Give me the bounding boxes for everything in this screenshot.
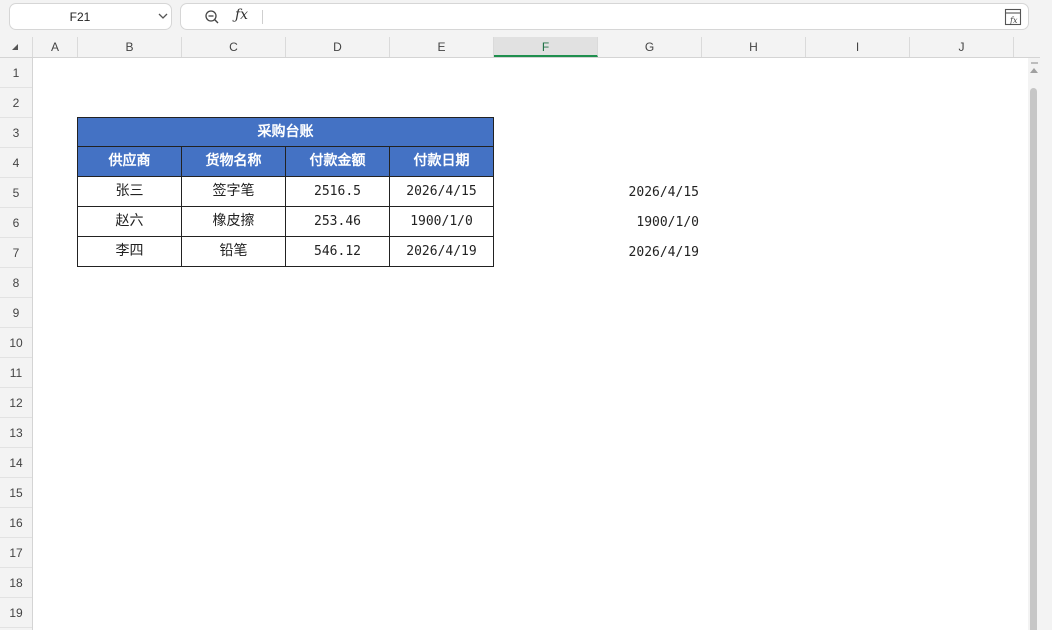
- header-payment-date[interactable]: 付款日期: [390, 147, 494, 177]
- cell-g7[interactable]: 2026/4/19: [598, 238, 702, 268]
- cell-c6[interactable]: 橡皮擦: [182, 207, 286, 237]
- row-header-16[interactable]: 16: [0, 508, 32, 538]
- column-header-c[interactable]: C: [182, 37, 286, 57]
- row-header-1[interactable]: 1: [0, 58, 32, 88]
- fx-icon[interactable]: ƒx: [235, 7, 248, 23]
- row-header-14[interactable]: 14: [0, 448, 32, 478]
- row-header-15[interactable]: 15: [0, 478, 32, 508]
- row-header-6[interactable]: 6: [0, 208, 32, 238]
- column-header-h[interactable]: H: [702, 37, 806, 57]
- row-header-4[interactable]: 4: [0, 148, 32, 178]
- name-box[interactable]: F21: [9, 3, 172, 30]
- cell-c5[interactable]: 签字笔: [182, 177, 286, 207]
- cell-g5[interactable]: 2026/4/15: [598, 178, 702, 208]
- spreadsheet-app: F21 ƒx fx A B C D E F G H I J 1 2 3 4 5 …: [0, 0, 1052, 630]
- row-header-3[interactable]: 3: [0, 118, 32, 148]
- formula-bar: F21 ƒx fx: [0, 0, 1052, 36]
- column-header-a[interactable]: A: [33, 37, 78, 57]
- select-all-triangle-icon[interactable]: [12, 44, 18, 50]
- svg-text:fx: fx: [1009, 16, 1018, 25]
- header-goods-name[interactable]: 货物名称: [182, 147, 286, 177]
- row-header-11[interactable]: 11: [0, 358, 32, 388]
- row-header-10[interactable]: 10: [0, 328, 32, 358]
- cell-b6[interactable]: 赵六: [77, 207, 182, 237]
- formula-box: ƒx fx: [180, 3, 1029, 30]
- row-header-17[interactable]: 17: [0, 538, 32, 568]
- chevron-down-icon[interactable]: [156, 9, 170, 23]
- name-box-value: F21: [69, 10, 91, 24]
- column-header-b[interactable]: B: [78, 37, 182, 57]
- scrollbar-thumb[interactable]: [1030, 88, 1037, 630]
- column-header-i[interactable]: I: [806, 37, 910, 57]
- row-header-12[interactable]: 12: [0, 388, 32, 418]
- column-header-e[interactable]: E: [390, 37, 494, 57]
- cell-e6[interactable]: 1900/1/0: [390, 207, 494, 237]
- cell-e5[interactable]: 2026/4/15: [390, 177, 494, 207]
- zoom-out-icon[interactable]: [204, 9, 220, 25]
- window-edge: [1040, 0, 1052, 630]
- column-headers: A B C D E F G H I J: [0, 37, 1040, 58]
- row-header-5[interactable]: 5: [0, 178, 32, 208]
- column-header-g[interactable]: G: [598, 37, 702, 57]
- scroll-up-arrow-icon[interactable]: [1030, 68, 1038, 73]
- cell-e7[interactable]: 2026/4/19: [390, 237, 494, 267]
- cell-d5[interactable]: 2516.5: [286, 177, 390, 207]
- cell-c7[interactable]: 铅笔: [182, 237, 286, 267]
- header-supplier[interactable]: 供应商: [77, 147, 182, 177]
- scrollbar-top-marker: [1031, 62, 1038, 64]
- column-header-f[interactable]: F: [494, 37, 598, 57]
- row-header-19[interactable]: 19: [0, 598, 32, 628]
- ledger-title[interactable]: 采购台账: [77, 117, 494, 147]
- row-header-9[interactable]: 9: [0, 298, 32, 328]
- row-headers: 1 2 3 4 5 6 7 8 9 10 11 12 13 14 15 16 1…: [0, 58, 33, 630]
- cell-b7[interactable]: 李四: [77, 237, 182, 267]
- header-payment-amount[interactable]: 付款金额: [286, 147, 390, 177]
- row-header-7[interactable]: 7: [0, 238, 32, 268]
- row-header-18[interactable]: 18: [0, 568, 32, 598]
- cell-grid[interactable]: 采购台账 供应商 货物名称 付款金额 付款日期 张三 签字笔 2516.5 20…: [33, 58, 1028, 630]
- select-all-corner[interactable]: [0, 37, 33, 57]
- column-header-d[interactable]: D: [286, 37, 390, 57]
- column-header-j[interactable]: J: [910, 37, 1014, 57]
- cell-g6[interactable]: 1900/1/0: [598, 208, 702, 238]
- formula-divider: [262, 10, 263, 24]
- row-header-8[interactable]: 8: [0, 268, 32, 298]
- row-header-13[interactable]: 13: [0, 418, 32, 448]
- cell-b5[interactable]: 张三: [77, 177, 182, 207]
- cell-d6[interactable]: 253.46: [286, 207, 390, 237]
- vertical-scrollbar[interactable]: [1028, 58, 1040, 630]
- cell-d7[interactable]: 546.12: [286, 237, 390, 267]
- formula-input[interactable]: [273, 8, 973, 26]
- expand-formula-icon[interactable]: fx: [1004, 8, 1022, 26]
- row-header-2[interactable]: 2: [0, 88, 32, 118]
